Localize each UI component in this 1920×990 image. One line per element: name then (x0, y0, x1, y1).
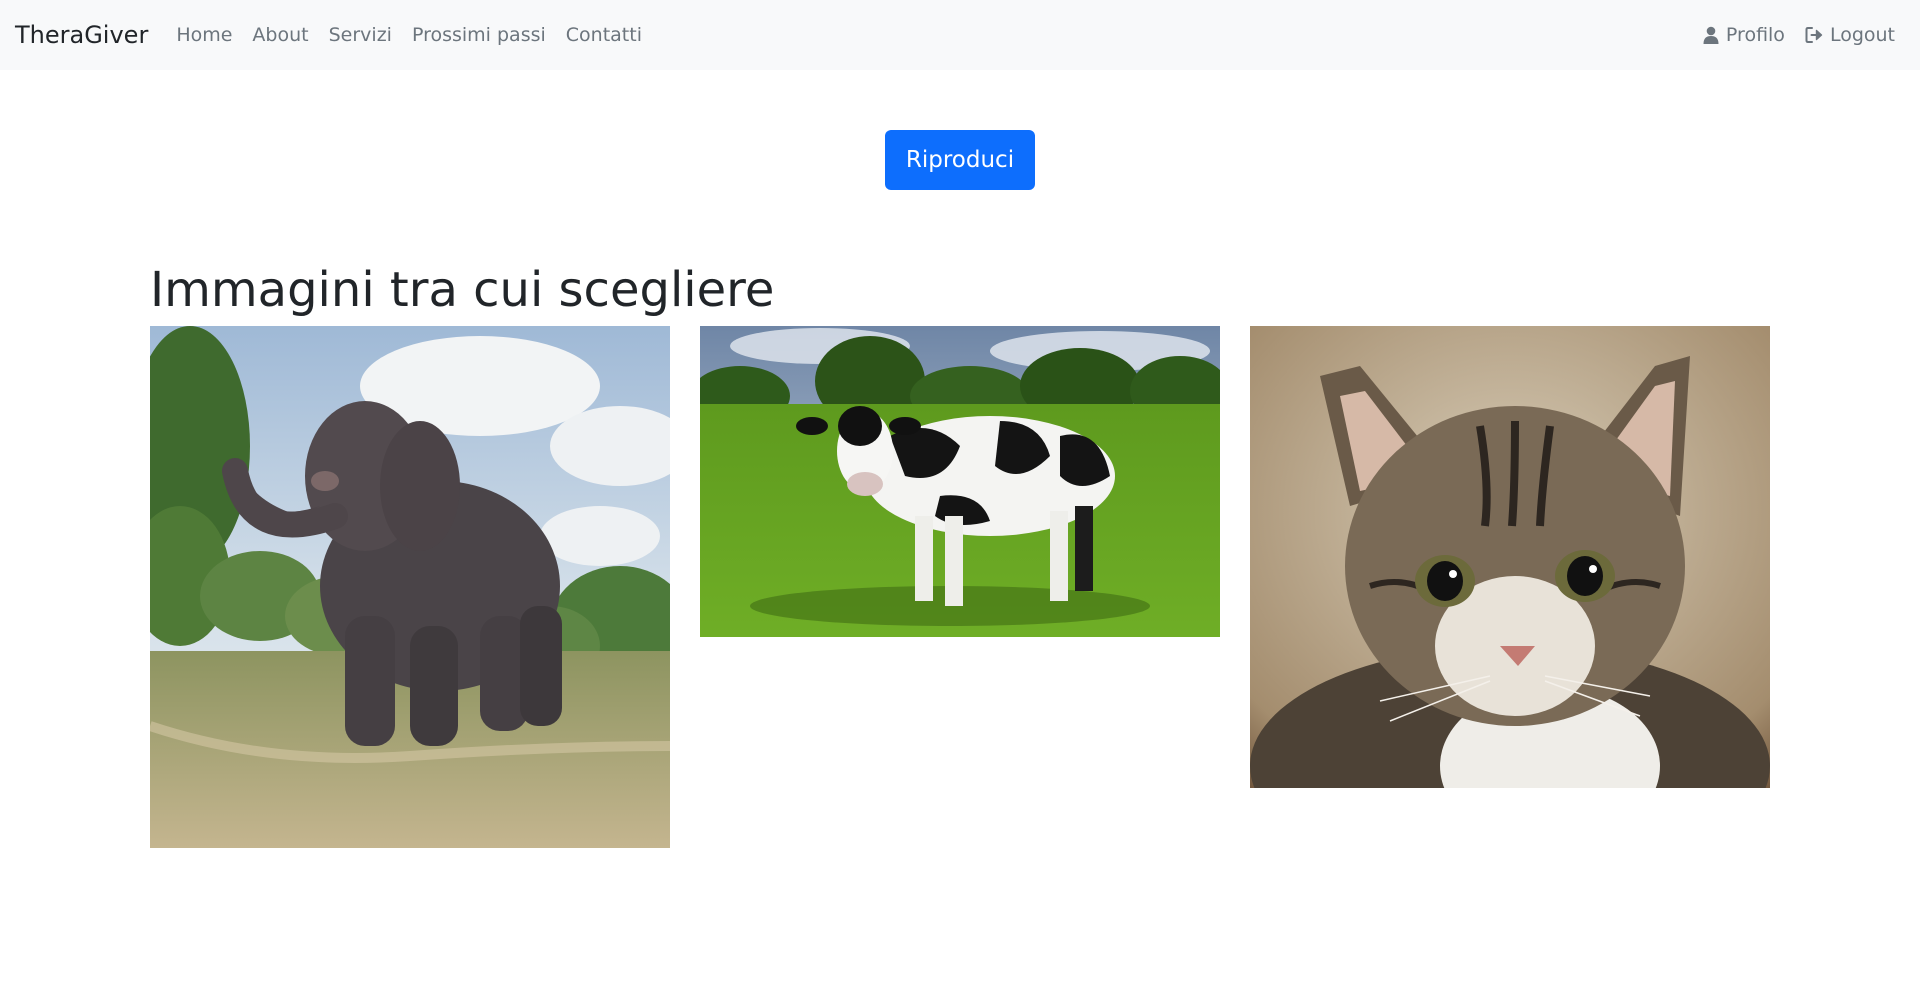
nav-link-home[interactable]: Home (166, 24, 242, 46)
play-wrap: Riproduci (0, 70, 1920, 190)
nav-links: Home About Servizi Prossimi passi Contat… (166, 24, 652, 46)
elephant-image (150, 326, 670, 848)
nav-right: Profilo Logout (1691, 24, 1905, 46)
cow-image (700, 326, 1220, 637)
nav-link-servizi[interactable]: Servizi (319, 24, 402, 46)
logout-link[interactable]: Logout (1795, 24, 1905, 46)
nav-link-prossimi-passi[interactable]: Prossimi passi (402, 24, 556, 46)
logout-icon (1805, 25, 1825, 45)
image-card-cat[interactable] (1250, 326, 1770, 788)
image-card-elephant[interactable] (150, 326, 670, 848)
cat-image (1250, 326, 1770, 788)
navbar: TheraGiver Home About Servizi Prossimi p… (0, 0, 1920, 70)
profile-link[interactable]: Profilo (1691, 24, 1795, 46)
brand-link[interactable]: TheraGiver (15, 21, 148, 49)
logout-label: Logout (1829, 24, 1895, 46)
section-title: Immagini tra cui scegliere (150, 262, 775, 318)
nav-link-contatti[interactable]: Contatti (556, 24, 652, 46)
profile-label: Profilo (1725, 24, 1785, 46)
play-button[interactable]: Riproduci (884, 130, 1036, 190)
images-section: Immagini tra cui scegliere (150, 260, 1770, 848)
image-card-cow[interactable] (700, 326, 1220, 637)
user-icon (1701, 25, 1721, 45)
nav-link-about[interactable]: About (242, 24, 318, 46)
image-grid (150, 326, 1770, 848)
